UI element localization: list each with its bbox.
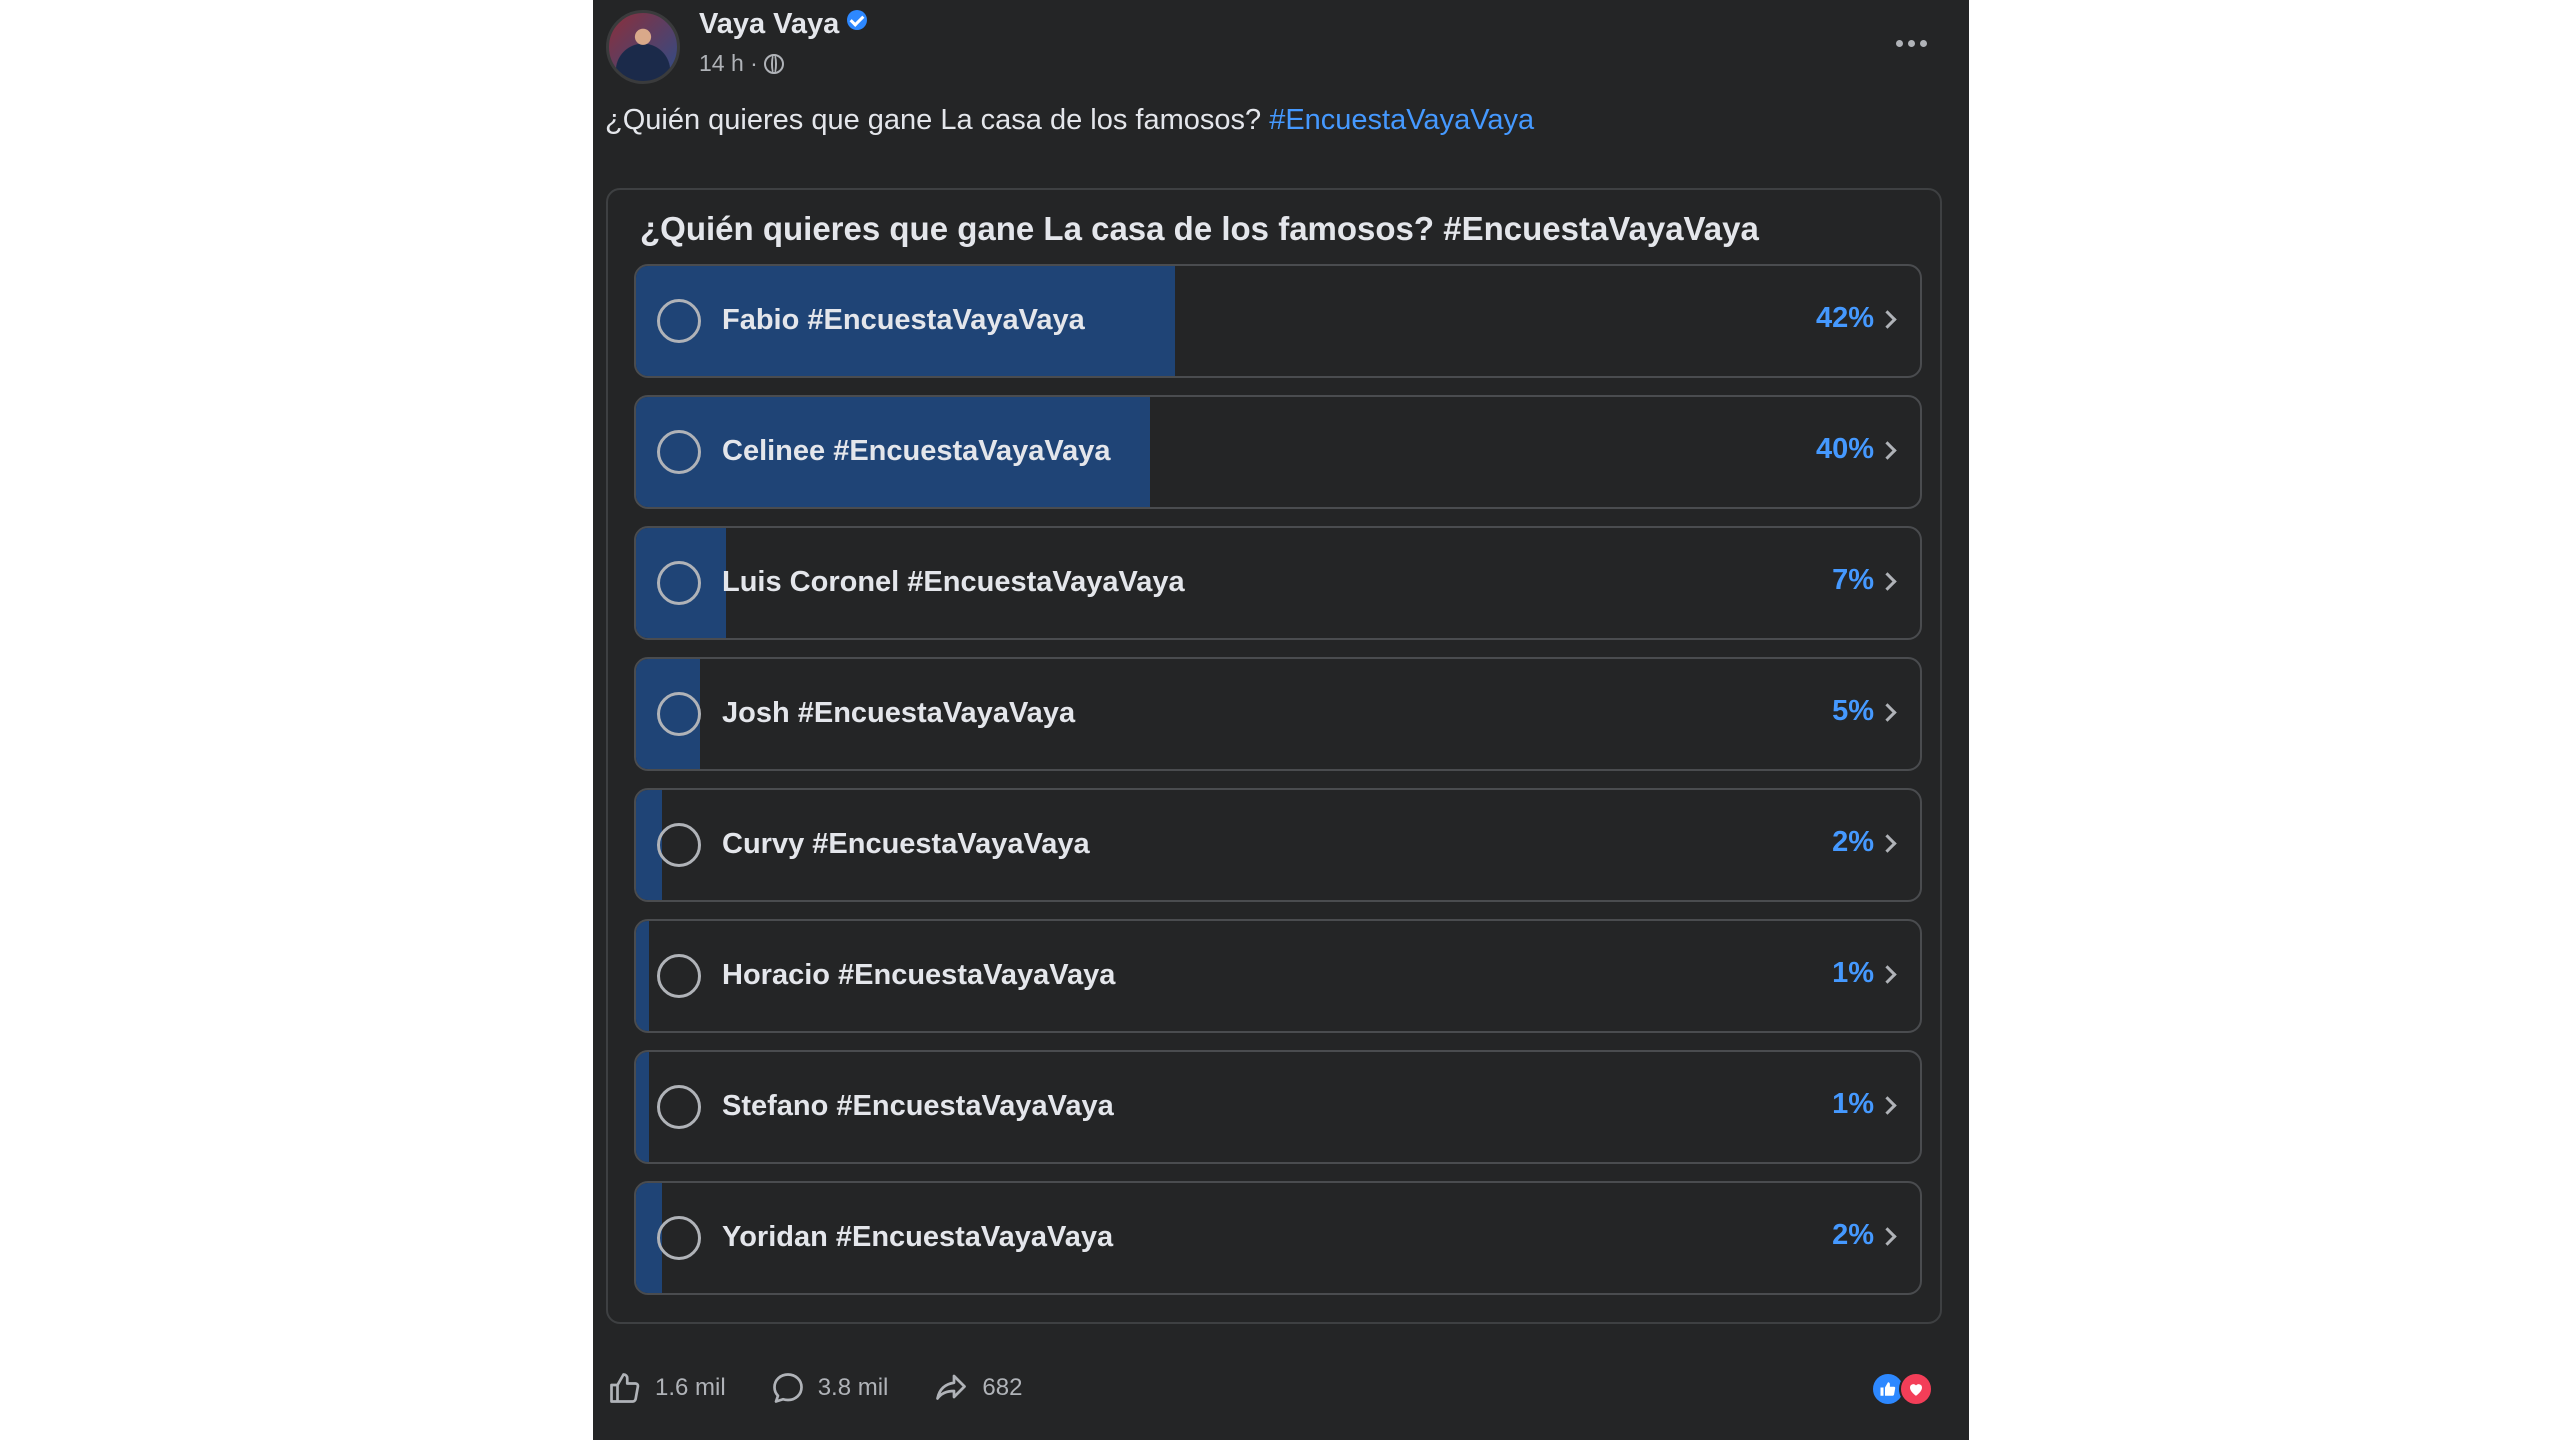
globe-icon xyxy=(763,53,784,74)
poll-option[interactable]: Fabio #EncuestaVayaVaya 42% xyxy=(634,264,1922,378)
poll-option[interactable]: Horacio #EncuestaVayaVaya 1% xyxy=(634,919,1922,1033)
caption-hashtag-link[interactable]: #EncuestaVayaVaya xyxy=(1269,104,1534,136)
avatar[interactable] xyxy=(606,10,680,84)
poll-option[interactable]: Celinee #EncuestaVayaVaya 40% xyxy=(634,395,1922,509)
comment-count: 3.8 mil xyxy=(817,1374,889,1401)
post-meta: 14 h · xyxy=(699,50,784,77)
share-button[interactable]: 682 xyxy=(932,1370,1022,1406)
poll-option[interactable]: Stefano #EncuestaVayaVaya 1% xyxy=(634,1050,1922,1164)
poll-question: ¿Quién quieres que gane La casa de los f… xyxy=(640,210,1759,247)
poll-option[interactable]: Josh #EncuestaVayaVaya 5% xyxy=(634,657,1922,771)
chevron-right-icon[interactable] xyxy=(1878,1227,1897,1246)
comment-bubble-icon xyxy=(772,1373,803,1403)
author-name[interactable]: Vaya Vaya xyxy=(699,8,839,40)
poll-option-percent: 1% xyxy=(1832,957,1874,989)
like-count: 1.6 mil xyxy=(655,1374,726,1401)
poll-option[interactable]: Yoridan #EncuestaVayaVaya 2% xyxy=(634,1181,1922,1295)
poll-option-label: Yoridan #EncuestaVayaVaya xyxy=(722,1221,1114,1253)
poll-option-radio[interactable] xyxy=(657,561,701,605)
post-time[interactable]: 14 h · xyxy=(699,50,758,77)
poll-option-radio[interactable] xyxy=(657,430,701,474)
poll-option-radio[interactable] xyxy=(657,692,701,736)
poll-option-progress-fill xyxy=(636,1052,649,1162)
more-horizontal-icon xyxy=(1895,39,1903,47)
reactions-summary[interactable] xyxy=(1871,1372,1933,1406)
chevron-right-icon[interactable] xyxy=(1878,965,1897,984)
chevron-right-icon[interactable] xyxy=(1878,1096,1897,1115)
poll-option-progress-fill xyxy=(636,921,649,1031)
poll-option-label: Stefano #EncuestaVayaVaya xyxy=(722,1090,1114,1122)
verified-badge-icon xyxy=(847,10,868,30)
author-name-line: Vaya Vaya xyxy=(699,8,868,41)
share-arrow-icon xyxy=(936,1374,967,1400)
poll-option-radio[interactable] xyxy=(657,299,701,343)
poll-option-label: Horacio #EncuestaVayaVaya xyxy=(722,959,1116,991)
post-caption: ¿Quién quieres que gane La casa de los f… xyxy=(605,104,1534,137)
more-options-button[interactable] xyxy=(1889,28,1933,58)
poll-option-percent: 42% xyxy=(1815,302,1874,334)
poll-option[interactable]: Luis Coronel #EncuestaVayaVaya 7% xyxy=(634,526,1922,640)
chevron-right-icon[interactable] xyxy=(1878,441,1897,460)
comment-button[interactable]: 3.8 mil xyxy=(770,1370,889,1406)
like-button[interactable]: 1.6 mil xyxy=(607,1370,726,1406)
caption-text: ¿Quién quieres que gane La casa de los f… xyxy=(605,104,1262,136)
poll-option-label: Josh #EncuestaVayaVaya xyxy=(722,697,1076,729)
facebook-post: Vaya Vaya 14 h · ¿Quién quieres que gane… xyxy=(593,0,1969,1440)
poll-option-radio[interactable] xyxy=(657,1216,701,1260)
chevron-right-icon[interactable] xyxy=(1878,834,1897,853)
more-dot xyxy=(1919,39,1927,47)
chevron-right-icon[interactable] xyxy=(1878,703,1897,722)
poll-option-label: Fabio #EncuestaVayaVaya xyxy=(722,304,1085,336)
poll-option-radio[interactable] xyxy=(657,1085,701,1129)
poll-card: ¿Quién quieres que gane La casa de los f… xyxy=(606,188,1942,1324)
poll-option-percent: 1% xyxy=(1832,1088,1874,1120)
poll-option-label: Celinee #EncuestaVayaVaya xyxy=(722,435,1111,467)
poll-option[interactable]: Curvy #EncuestaVayaVaya 2% xyxy=(634,788,1922,902)
love-reaction-icon xyxy=(1899,1372,1933,1406)
more-dot xyxy=(1907,39,1915,47)
poll-option-percent: 40% xyxy=(1815,433,1874,465)
share-count: 682 xyxy=(982,1374,1023,1401)
chevron-right-icon[interactable] xyxy=(1878,572,1897,591)
thumbs-up-icon xyxy=(610,1373,640,1403)
poll-option-percent: 5% xyxy=(1832,695,1874,727)
poll-option-percent: 7% xyxy=(1832,564,1874,596)
poll-option-label: Luis Coronel #EncuestaVayaVaya xyxy=(722,566,1185,598)
chevron-right-icon[interactable] xyxy=(1878,310,1897,329)
post-actions-bar: 1.6 mil 3.8 mil 682 xyxy=(607,1370,1066,1406)
poll-option-radio[interactable] xyxy=(657,823,701,867)
poll-option-percent: 2% xyxy=(1832,1219,1874,1251)
poll-option-label: Curvy #EncuestaVayaVaya xyxy=(722,828,1090,860)
poll-option-radio[interactable] xyxy=(657,954,701,998)
poll-option-percent: 2% xyxy=(1832,826,1874,858)
